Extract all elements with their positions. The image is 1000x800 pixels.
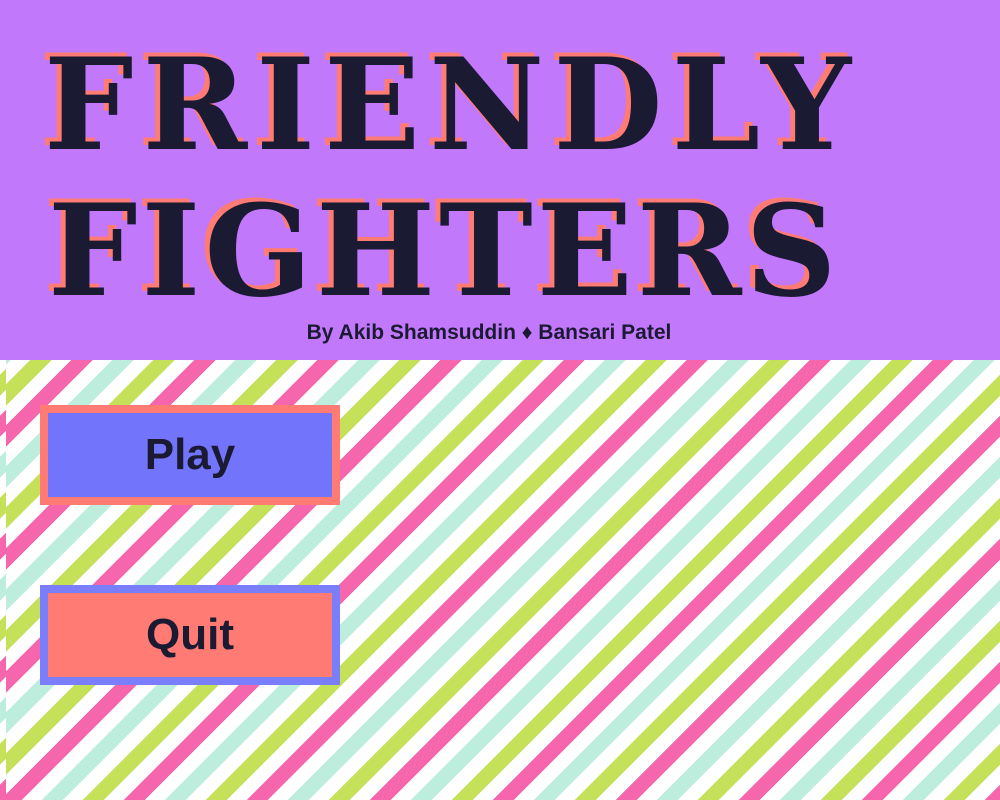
game-title-line-1: Friendly	[44, 31, 861, 179]
game-title-line-2: Fighters	[48, 177, 841, 325]
play-button[interactable]: Play	[40, 405, 340, 505]
play-button-label: Play	[144, 430, 236, 479]
quit-button-label: Quit	[146, 610, 234, 659]
title-banner: Friendly Fighters By Akib Shamsuddin ♦ B…	[0, 0, 1000, 360]
credits-text: By Akib Shamsuddin ♦ Bansari Patel	[306, 321, 672, 344]
quit-button[interactable]: Quit	[40, 585, 340, 685]
title-screen: Friendly Fighters By Akib Shamsuddin ♦ B…	[0, 0, 1000, 800]
